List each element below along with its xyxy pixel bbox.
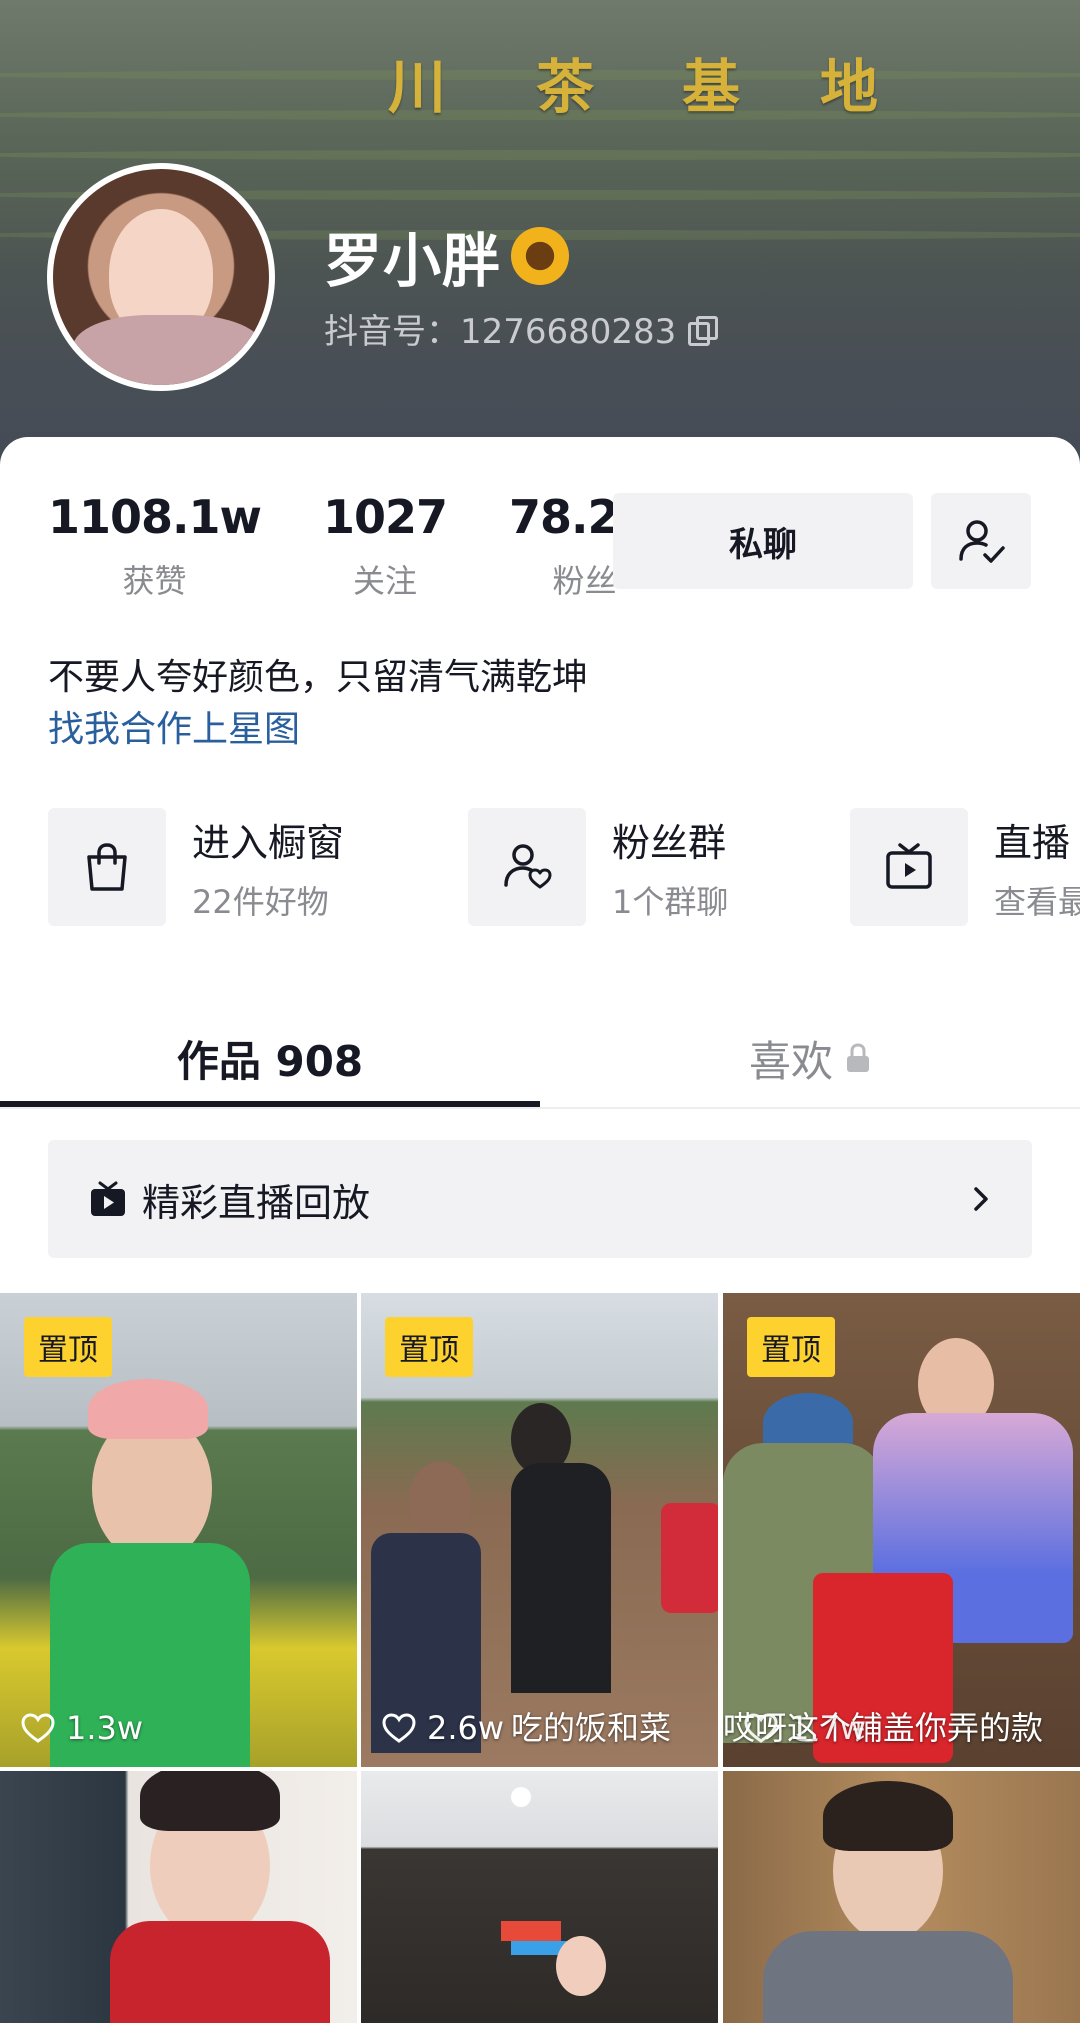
bio-text: 不要人夸好颜色，只留清气满乾坤 [48,657,589,698]
feature-icon-box [48,808,166,926]
video-caption: 吃的饭和菜 [511,1709,672,1747]
video-thumbnail[interactable] [0,1771,357,2023]
video-thumbnail[interactable] [361,1771,718,2023]
feature-showcase[interactable]: 进入橱窗 22件好物 [48,808,344,926]
shopping-bag-icon [87,843,127,891]
video-likes: 1.7w [743,1709,866,1747]
douyin-id[interactable]: 抖音号：1276680283 [324,304,719,353]
stat-value: 1108.1w [48,490,262,544]
tv-icon [886,843,932,889]
pinned-badge: 置顶 [385,1317,473,1377]
pinned-badge: 置顶 [747,1317,835,1377]
copy-icon[interactable] [688,315,719,346]
private-message-button[interactable]: 私聊 [613,493,913,589]
sunflower-icon [511,227,570,285]
stat-label: 获赞 [122,562,187,600]
feature-title: 粉丝群 [612,820,727,865]
feature-subtitle: 1个群聊 [612,882,729,921]
feature-subtitle: 22件好物 [192,882,329,921]
douyin-id-text: 抖音号：1276680283 [324,312,677,352]
chevron-right-icon [974,1187,988,1211]
live-replay-label: 精彩直播回放 [142,1180,371,1225]
tab-works[interactable]: 作品 908 [0,1010,540,1106]
live-replay-icon [91,1181,125,1216]
stat-following[interactable]: 1027 关注 [323,490,448,602]
heart-icon [744,1713,778,1743]
banner-sign-char: 川 [388,53,447,121]
stats-row: 1108.1w 获赞 1027 关注 78.2w 粉丝 [48,490,661,602]
video-likes: 2.6w [381,1709,504,1747]
feature-icon-box [850,808,968,926]
profile-name-text: 罗小胖 [324,227,502,295]
video-thumbnail[interactable] [723,1771,1080,2023]
video-thumbnail[interactable]: 置顶 哎呀这个铺盖你弄的款 1.7w [723,1293,1080,1767]
video-likes-count: 1.7w [789,1709,867,1747]
banner-sign-char: 基 [682,53,741,121]
collaboration-link[interactable]: 找我合作上星图 [48,700,300,752]
avatar[interactable] [47,163,275,391]
video-thumbnail[interactable]: 置顶 吃的饭和菜 2.6w [361,1293,718,1767]
feature-live[interactable]: 直播 查看最 [850,808,1080,926]
following-status-button[interactable] [931,493,1031,589]
tab-divider [0,1107,1080,1109]
video-likes: 1.3w [20,1709,143,1747]
banner-sign-char: 地 [820,53,879,121]
content-tabs: 作品 908 喜欢 [0,1010,1080,1108]
profile-name: 罗小胖 [324,214,570,298]
video-thumbnail[interactable]: 置顶 1.3w [0,1293,357,1767]
heart-icon [21,1713,55,1743]
feature-subtitle: 查看最 [994,882,1080,921]
stat-value: 1027 [323,490,448,544]
fan-group-icon [504,844,552,889]
feature-shortcuts: 进入橱窗 22件好物 粉丝群 1个群聊 直播 查看最 [48,808,1080,928]
stat-label: 关注 [353,562,418,600]
feature-icon-box [468,808,586,926]
tab-likes-label: 喜欢 [748,1036,833,1086]
live-replay-entry[interactable]: 精彩直播回放 [48,1140,1032,1258]
stat-likes[interactable]: 1108.1w 获赞 [48,490,262,602]
feature-title: 直播 [994,820,1071,865]
video-likes-count: 2.6w [427,1709,505,1747]
stat-label: 粉丝 [552,562,617,600]
tab-likes[interactable]: 喜欢 [540,1010,1080,1106]
feature-title: 进入橱窗 [192,820,345,865]
banner-sign-char: 茶 [536,53,595,121]
video-likes-count: 1.3w [66,1709,144,1747]
feature-fan-group[interactable]: 粉丝群 1个群聊 [468,808,728,926]
lock-icon [847,1043,869,1072]
user-check-icon [959,520,1005,563]
pinned-badge: 置顶 [24,1317,112,1377]
heart-icon [382,1713,416,1743]
